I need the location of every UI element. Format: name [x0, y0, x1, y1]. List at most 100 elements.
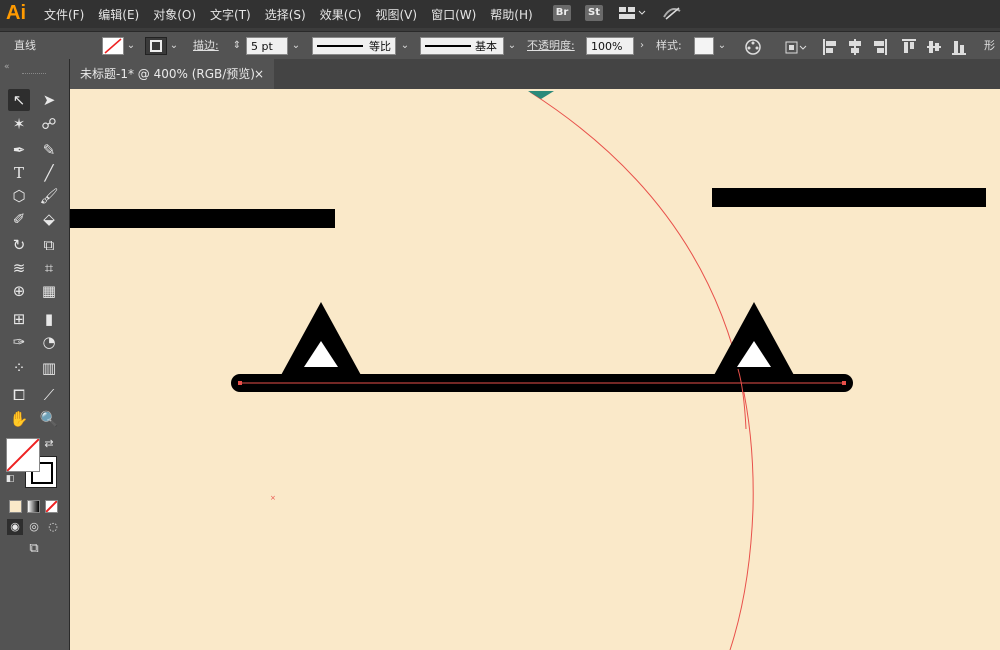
stroke-swatch[interactable]: [145, 37, 167, 55]
line-segment-tool-icon[interactable]: ╱: [38, 162, 60, 184]
menu-effect[interactable]: 效果(C): [320, 6, 362, 23]
stroke-label[interactable]: 描边:: [193, 36, 219, 56]
align-to-icon[interactable]: [784, 38, 810, 56]
variable-width-profile[interactable]: 等比: [312, 37, 396, 55]
stroke-weight-stepper-icon[interactable]: ⇕: [230, 37, 244, 55]
align-right-icon[interactable]: [872, 38, 888, 56]
artboard-tool-icon[interactable]: ⧠: [8, 384, 30, 406]
align-middle-icon[interactable]: [926, 38, 942, 56]
gpu-performance-icon[interactable]: [661, 5, 683, 21]
menu-bar: Ai 文件(F) 编辑(E) 对象(O) 文字(T) 选择(S) 效果(C) 视…: [0, 0, 1000, 28]
profile-label: 等比: [369, 40, 391, 53]
none-mode-icon[interactable]: [45, 500, 58, 513]
app-logo: Ai: [6, 2, 26, 24]
selection-tool-icon[interactable]: ↖: [8, 89, 30, 111]
bridge-button[interactable]: Br: [553, 5, 571, 21]
default-fill-stroke-icon[interactable]: ◧: [4, 473, 16, 485]
fill-swatch[interactable]: [102, 37, 124, 55]
artboard-canvas[interactable]: ×: [70, 89, 1000, 650]
tools-panel: « ↖ ➤ ✶ ☍ ✒ ✎ T ╱ ⬡ 🖌 ✐ ⬙ ↻ ⧉ ≋ ⌗ ⊕ ▦ ⊞ …: [0, 59, 70, 650]
stroke-dropdown-chevron-icon[interactable]: ⌄: [167, 37, 181, 55]
blend-tool-icon[interactable]: ◔: [38, 331, 60, 353]
align-bottom-icon[interactable]: [951, 38, 967, 56]
no-fill-icon: [104, 38, 122, 54]
perspective-grid-tool-icon[interactable]: ▦: [38, 280, 60, 302]
scale-tool-icon[interactable]: ⧉: [38, 234, 60, 256]
menu-file[interactable]: 文件(F): [44, 6, 84, 23]
none-swatch-icon: [7, 439, 39, 471]
rotate-tool-icon[interactable]: ↻: [8, 234, 30, 256]
menu-edit[interactable]: 编辑(E): [98, 6, 139, 23]
pen-tool-icon[interactable]: ✒: [8, 139, 30, 161]
panel-grip[interactable]: [22, 73, 46, 76]
app-switcher: Br St: [553, 5, 683, 21]
opacity-field[interactable]: 100%: [586, 37, 634, 55]
shape-label[interactable]: 形状: [984, 36, 1000, 72]
shaper-tool-icon[interactable]: ✐: [8, 208, 30, 230]
zoom-tool-icon[interactable]: 🔍: [38, 408, 60, 430]
menu-window[interactable]: 窗口(W): [431, 6, 476, 23]
close-tab-icon[interactable]: ×: [254, 59, 264, 89]
shape-builder-tool-icon[interactable]: ⊕: [8, 280, 30, 302]
menu-view[interactable]: 视图(V): [375, 6, 417, 23]
gradient-mode-icon[interactable]: [27, 500, 40, 513]
symbol-sprayer-tool-icon[interactable]: ⁘: [8, 357, 30, 379]
draw-behind-icon[interactable]: ◎: [26, 519, 42, 535]
profile-line-icon: [317, 45, 363, 47]
hand-tool-icon[interactable]: ✋: [8, 408, 30, 430]
curvature-tool-icon[interactable]: ✎: [38, 139, 60, 161]
profile-chevron-icon[interactable]: ⌄: [398, 37, 412, 55]
color-mode-icon[interactable]: [9, 500, 22, 513]
gradient-tool-icon[interactable]: ▮: [38, 308, 60, 330]
fill-dropdown-chevron-icon[interactable]: ⌄: [124, 37, 138, 55]
brush-chevron-icon[interactable]: ⌄: [505, 37, 519, 55]
stock-button[interactable]: St: [585, 5, 603, 21]
align-top-icon[interactable]: [901, 38, 917, 56]
mesh-tool-icon[interactable]: ⊞: [8, 308, 30, 330]
graphic-style-swatch[interactable]: [694, 37, 714, 55]
slice-tool-icon[interactable]: ⟋: [38, 384, 60, 406]
eraser-tool-icon[interactable]: ⬙: [38, 208, 60, 230]
stroke-weight-chevron-icon[interactable]: ⌄: [289, 37, 303, 55]
path-anchor-left[interactable]: [238, 381, 242, 385]
teal-marker-shape: [528, 91, 554, 99]
swap-fill-stroke-icon[interactable]: ⇄: [42, 437, 56, 451]
free-transform-tool-icon[interactable]: ⌗: [38, 257, 60, 279]
menu-help[interactable]: 帮助(H): [490, 6, 532, 23]
lasso-tool-icon[interactable]: ☍: [38, 113, 60, 135]
column-graph-tool-icon[interactable]: ▥: [38, 357, 60, 379]
width-tool-icon[interactable]: ≋: [8, 257, 30, 279]
direct-selection-tool-icon[interactable]: ➤: [38, 89, 60, 111]
workspace-layout-icon[interactable]: [617, 5, 647, 21]
collapse-panel-icon[interactable]: «: [4, 62, 10, 72]
eyedropper-tool-icon[interactable]: ✑: [8, 331, 30, 353]
main-menu: 文件(F) 编辑(E) 对象(O) 文字(T) 选择(S) 效果(C) 视图(V…: [44, 6, 533, 23]
polygon-tool-icon[interactable]: ⬡: [8, 185, 30, 207]
draw-inside-icon[interactable]: ◌: [45, 519, 61, 535]
draw-normal-icon[interactable]: ◉: [7, 519, 23, 535]
align-center-icon[interactable]: [847, 38, 863, 56]
menu-object[interactable]: 对象(O): [153, 6, 196, 23]
stroke-weight-field[interactable]: 5 pt: [246, 37, 288, 55]
center-point-marker: ×: [270, 494, 276, 502]
black-bar-left[interactable]: [70, 209, 335, 228]
brush-definition[interactable]: 基本: [420, 37, 504, 55]
stroke-color-icon: [150, 40, 162, 52]
screen-mode-icon[interactable]: ⧉: [22, 540, 46, 558]
type-tool-icon[interactable]: T: [8, 162, 30, 184]
menu-type[interactable]: 文字(T): [210, 6, 251, 23]
black-bar-right[interactable]: [712, 188, 986, 207]
recolor-artwork-icon[interactable]: [744, 38, 762, 56]
opacity-label[interactable]: 不透明度:: [527, 36, 575, 56]
paintbrush-tool-icon[interactable]: 🖌: [38, 185, 60, 207]
menu-select[interactable]: 选择(S): [265, 6, 306, 23]
align-left-icon[interactable]: [822, 38, 838, 56]
document-tab[interactable]: 未标题-1* @ 400% (RGB/预览) ×: [70, 59, 274, 89]
magic-wand-tool-icon[interactable]: ✶: [8, 113, 30, 135]
control-bar: 直线 ⌄ ⌄ 描边: ⇕ 5 pt ⌄ 等比 ⌄ 基本 ⌄ 不透明度: 100%…: [0, 31, 1000, 72]
path-anchor-right[interactable]: [842, 381, 846, 385]
opacity-arrow-icon[interactable]: ›: [635, 37, 649, 55]
document-tab-bar: 未标题-1* @ 400% (RGB/预览) ×: [70, 59, 1000, 89]
style-chevron-icon[interactable]: ⌄: [715, 37, 729, 55]
fill-color-box[interactable]: [6, 438, 40, 472]
